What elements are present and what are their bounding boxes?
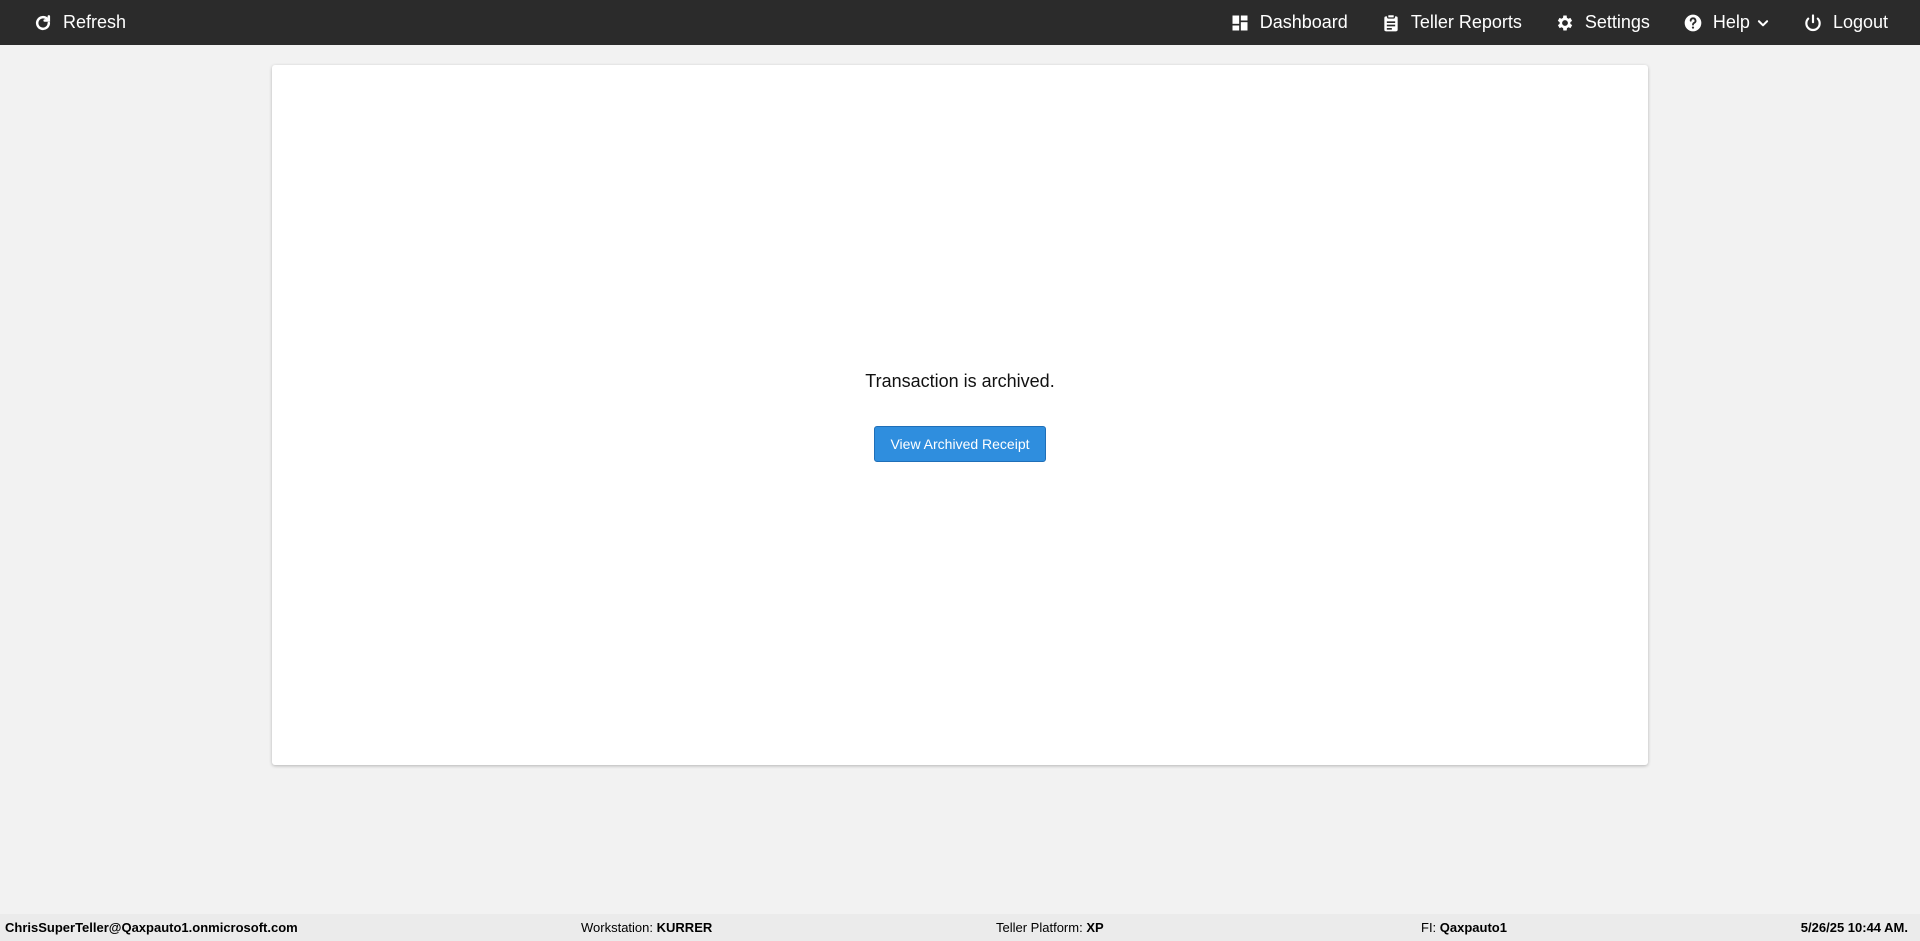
logout-link[interactable]: Logout (1803, 0, 1888, 45)
top-navigation-bar: Refresh Dashboard Teller Reports Setting… (0, 0, 1920, 45)
footer-user: ChrisSuperTeller@Qaxpauto1.onmicrosoft.c… (5, 920, 298, 935)
dashboard-link[interactable]: Dashboard (1230, 0, 1348, 45)
help-menu[interactable]: Help (1683, 0, 1770, 45)
dashboard-icon (1230, 13, 1250, 33)
refresh-icon (33, 13, 53, 33)
dashboard-label: Dashboard (1259, 12, 1348, 32)
power-icon (1803, 13, 1823, 33)
settings-label: Settings (1584, 12, 1650, 32)
settings-link[interactable]: Settings (1555, 0, 1650, 45)
platform-label: Teller Platform: (996, 920, 1083, 935)
gear-icon (1555, 13, 1575, 33)
button-container: View Archived Receipt (272, 426, 1648, 462)
platform-value: XP (1086, 920, 1104, 935)
view-archived-receipt-button[interactable]: View Archived Receipt (874, 426, 1046, 462)
refresh-button[interactable]: Refresh (0, 0, 126, 45)
teller-reports-link[interactable]: Teller Reports (1381, 0, 1522, 45)
logout-label: Logout (1832, 12, 1888, 32)
help-label: Help (1712, 12, 1750, 32)
help-circle-icon (1683, 13, 1703, 33)
refresh-label: Refresh (63, 12, 127, 32)
footer-platform: Teller Platform: XP (996, 920, 1104, 935)
fi-label: FI: (1421, 920, 1437, 935)
footer-workstation: Workstation: KURRER (581, 920, 712, 935)
chevron-down-icon (1756, 13, 1770, 33)
nav-right-group: Dashboard Teller Reports Settings Help L… (1230, 0, 1920, 45)
footer-fi: FI: Qaxpauto1 (1421, 920, 1507, 935)
teller-reports-label: Teller Reports (1410, 12, 1522, 32)
main-card: Transaction is archived. View Archived R… (272, 65, 1648, 765)
workstation-value: KURRER (656, 920, 713, 935)
footer-datetime: 5/26/25 10:44 AM. (1800, 920, 1908, 935)
archived-message: Transaction is archived. (865, 371, 1055, 391)
clipboard-icon (1381, 13, 1401, 33)
workstation-label: Workstation: (581, 920, 654, 935)
fi-value: Qaxpauto1 (1439, 920, 1507, 935)
status-footer: ChrisSuperTeller@Qaxpauto1.onmicrosoft.c… (0, 914, 1920, 941)
